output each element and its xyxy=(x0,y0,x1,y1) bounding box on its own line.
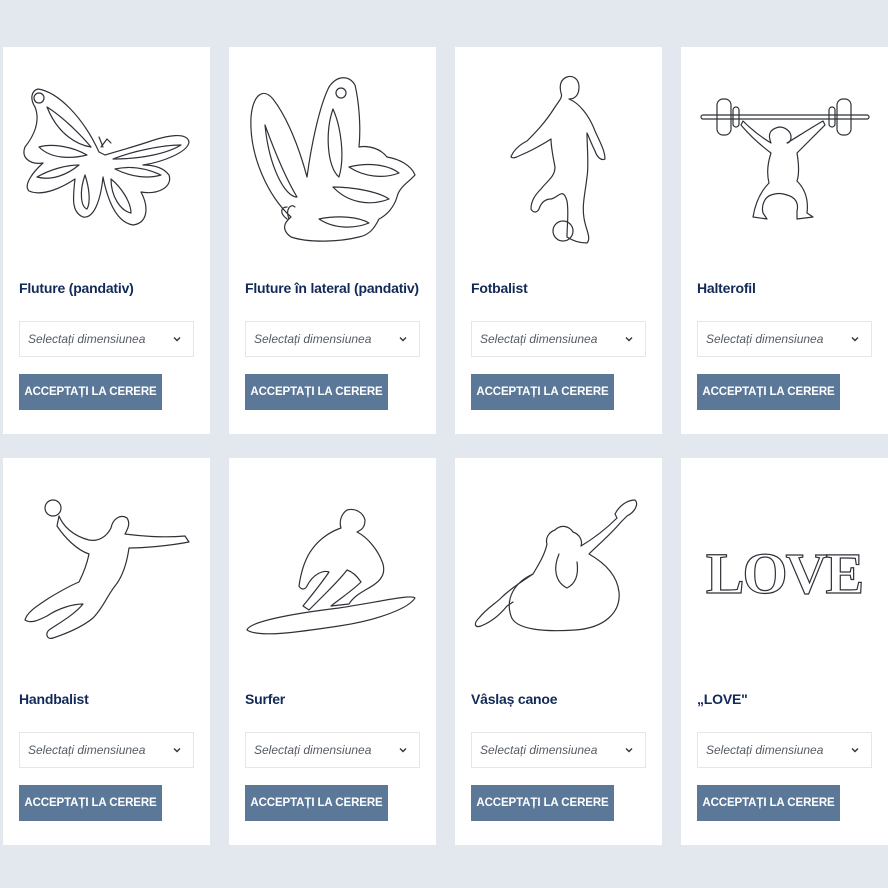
chevron-down-icon xyxy=(173,337,181,342)
size-select[interactable]: Selectați dimensiunea xyxy=(697,732,872,768)
product-card: Vâslaș canoe Selectați dimensiunea ACCEP… xyxy=(455,458,662,845)
football-player-icon[interactable] xyxy=(455,47,662,277)
product-title[interactable]: Surfer xyxy=(245,691,285,707)
canoe-paddler-icon[interactable] xyxy=(455,458,662,688)
size-select-placeholder: Selectați dimensiunea xyxy=(480,332,598,346)
product-card: Fotbalist Selectați dimensiunea ACCEPTAȚ… xyxy=(455,47,662,434)
chevron-down-icon xyxy=(851,748,859,753)
chevron-down-icon xyxy=(625,748,633,753)
size-select[interactable]: Selectați dimensiunea xyxy=(471,321,646,357)
size-select-placeholder: Selectați dimensiunea xyxy=(706,332,824,346)
product-title[interactable]: Fluture în lateral (pandativ) xyxy=(245,280,419,296)
request-button[interactable]: ACCEPTAȚI LA CERERE xyxy=(697,374,840,410)
size-select[interactable]: Selectați dimensiunea xyxy=(471,732,646,768)
product-title[interactable]: Fotbalist xyxy=(471,280,528,296)
product-card: LOVE „LOVE" Selectați dimensiunea ACCEPT… xyxy=(681,458,888,845)
size-select-placeholder: Selectați dimensiunea xyxy=(28,332,146,346)
butterfly-side-icon[interactable] xyxy=(229,47,436,277)
size-select[interactable]: Selectați dimensiunea xyxy=(19,321,194,357)
request-button[interactable]: ACCEPTAȚI LA CERERE xyxy=(19,785,162,821)
request-button[interactable]: ACCEPTAȚI LA CERERE xyxy=(471,374,614,410)
request-button[interactable]: ACCEPTAȚI LA CERERE xyxy=(245,374,388,410)
request-button[interactable]: ACCEPTAȚI LA CERERE xyxy=(245,785,388,821)
product-title[interactable]: „LOVE" xyxy=(697,691,748,707)
size-select-placeholder: Selectați dimensiunea xyxy=(254,743,372,757)
handball-player-icon[interactable] xyxy=(3,458,210,688)
chevron-down-icon xyxy=(625,337,633,342)
love-text: LOVE xyxy=(706,541,862,606)
product-title[interactable]: Halterofil xyxy=(697,280,756,296)
surfer-icon[interactable] xyxy=(229,458,436,688)
butterfly-pendant-icon[interactable] xyxy=(3,47,210,277)
chevron-down-icon xyxy=(173,748,181,753)
size-select-placeholder: Selectați dimensiunea xyxy=(254,332,372,346)
product-title[interactable]: Fluture (pandativ) xyxy=(19,280,134,296)
product-card: Halterofil Selectați dimensiunea ACCEPTA… xyxy=(681,47,888,434)
product-card: Surfer Selectați dimensiunea ACCEPTAȚI L… xyxy=(229,458,436,845)
request-button[interactable]: ACCEPTAȚI LA CERERE xyxy=(19,374,162,410)
request-button[interactable]: ACCEPTAȚI LA CERERE xyxy=(471,785,614,821)
request-button[interactable]: ACCEPTAȚI LA CERERE xyxy=(697,785,840,821)
size-select[interactable]: Selectați dimensiunea xyxy=(697,321,872,357)
product-card: Fluture în lateral (pandativ) Selectați … xyxy=(229,47,436,434)
chevron-down-icon xyxy=(399,337,407,342)
product-title[interactable]: Vâslaș canoe xyxy=(471,691,558,707)
size-select-placeholder: Selectați dimensiunea xyxy=(480,743,598,757)
size-select[interactable]: Selectați dimensiunea xyxy=(245,321,420,357)
size-select[interactable]: Selectați dimensiunea xyxy=(19,732,194,768)
love-text-icon[interactable]: LOVE xyxy=(681,458,888,688)
size-select-placeholder: Selectați dimensiunea xyxy=(28,743,146,757)
size-select-placeholder: Selectați dimensiunea xyxy=(706,743,824,757)
weightlifter-icon[interactable] xyxy=(681,47,888,277)
product-grid: Fluture (pandativ) Selectați dimensiunea… xyxy=(0,0,888,888)
product-title[interactable]: Handbalist xyxy=(19,691,89,707)
product-card: Handbalist Selectați dimensiunea ACCEPTA… xyxy=(3,458,210,845)
product-card: Fluture (pandativ) Selectați dimensiunea… xyxy=(3,47,210,434)
chevron-down-icon xyxy=(399,748,407,753)
size-select[interactable]: Selectați dimensiunea xyxy=(245,732,420,768)
chevron-down-icon xyxy=(851,337,859,342)
